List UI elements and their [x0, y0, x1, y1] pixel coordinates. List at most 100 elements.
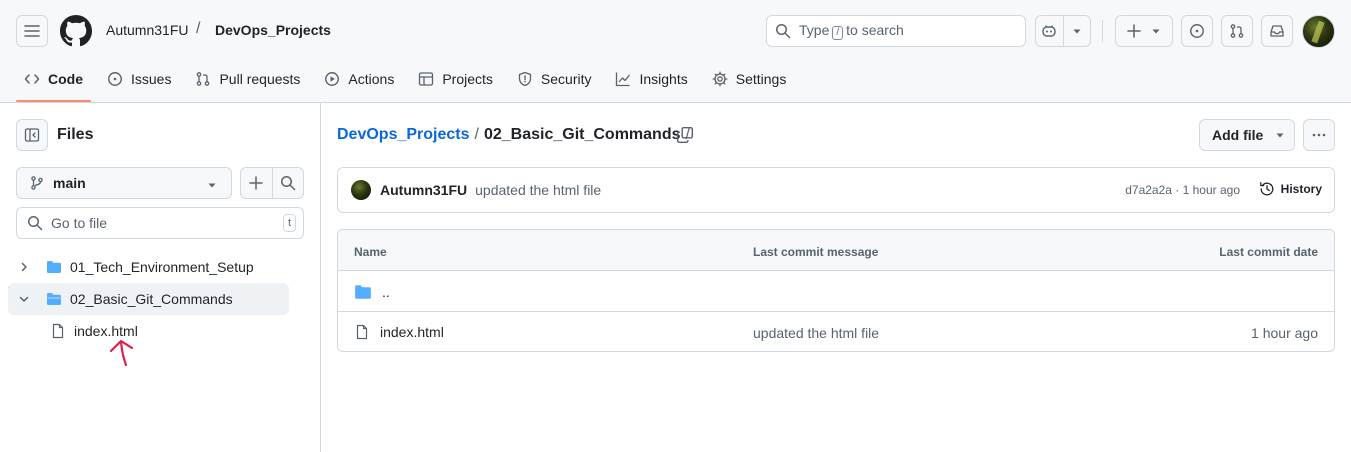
copilot-icon	[1042, 25, 1056, 37]
tab-issues[interactable]: Issues	[99, 64, 179, 94]
shield-icon	[518, 71, 532, 87]
triangle-down-icon	[1073, 29, 1081, 34]
git-pull-request-icon	[197, 72, 210, 86]
tab-security[interactable]: Security	[509, 64, 600, 94]
search-icon	[28, 216, 43, 231]
copy-path-button[interactable]	[676, 126, 694, 144]
commit-author-link[interactable]: Autumn31FU	[380, 182, 467, 198]
breadcrumb-separator: /	[474, 126, 479, 143]
tab-insights-label: Insights	[639, 71, 688, 87]
your-pull-requests-button[interactable]	[1221, 15, 1253, 47]
create-new-button[interactable]	[1115, 15, 1173, 47]
collapse-file-tree-button[interactable]	[16, 119, 48, 151]
search-placeholder: Type / to search	[799, 22, 904, 40]
triangle-down-icon	[208, 183, 216, 188]
tab-settings[interactable]: Settings	[704, 64, 795, 94]
history-icon	[1259, 182, 1274, 196]
go-to-file-placeholder: Go to file	[51, 215, 108, 231]
github-logo-icon[interactable]	[60, 15, 92, 47]
chevron-right-icon[interactable]	[16, 261, 32, 273]
repo-nav-tabs: Code Issues Pull requests Actions Projec…	[16, 64, 802, 102]
triangle-down-icon	[1276, 133, 1284, 138]
plus-icon	[249, 176, 264, 190]
git-branch-icon	[31, 176, 43, 190]
table-row-parent-directory[interactable]: ..	[338, 271, 1334, 311]
code-icon	[24, 74, 40, 84]
hamburger-icon	[24, 25, 40, 37]
folder-open-icon	[47, 293, 61, 305]
repo-name-link[interactable]: DevOps_Projects	[215, 22, 331, 38]
tab-code[interactable]: Code	[16, 64, 91, 102]
column-header-message: Last commit message	[753, 245, 879, 259]
more-options-button[interactable]	[1303, 119, 1335, 151]
folder-icon	[47, 261, 61, 273]
issue-opened-icon	[1190, 24, 1204, 38]
tree-folder-02-basic-git-commands[interactable]: 02_Basic_Git_Commands	[8, 283, 289, 315]
tab-security-label: Security	[540, 71, 592, 87]
copy-icon	[676, 126, 694, 144]
breadcrumb-root-link[interactable]: DevOps_Projects	[337, 126, 470, 144]
tree-folder-01-tech-environment-setup[interactable]: 01_Tech_Environment_Setup	[8, 251, 289, 283]
go-to-file-input[interactable]: Go to file t	[16, 207, 304, 239]
plus-icon	[1127, 24, 1141, 38]
file-icon	[52, 323, 64, 339]
table-header: Name Last commit message Last commit dat…	[338, 230, 1334, 271]
owner-repo-separator: /	[196, 20, 201, 37]
search-shortcut-key: /	[832, 26, 844, 40]
row-name[interactable]: index.html	[380, 324, 444, 340]
copilot-dropdown[interactable]	[1063, 16, 1090, 46]
issue-opened-icon	[108, 72, 122, 86]
file-icon	[356, 324, 368, 340]
commit-sha-and-time[interactable]: d7a2a2a · 1 hour ago	[1125, 183, 1240, 197]
tab-projects-label: Projects	[442, 71, 493, 87]
tab-projects[interactable]: Projects	[410, 64, 501, 94]
column-header-name: Name	[354, 245, 387, 259]
annotation-arrow-icon	[109, 339, 134, 367]
your-issues-button[interactable]	[1181, 15, 1213, 47]
commit-author-avatar[interactable]	[351, 180, 371, 200]
branch-selector[interactable]: main	[16, 167, 232, 199]
search-files-button[interactable]	[271, 168, 303, 198]
tab-code-label: Code	[48, 71, 83, 87]
tab-actions-label: Actions	[348, 71, 395, 87]
tree-item-label: 01_Tech_Environment_Setup	[70, 259, 254, 275]
add-file-sidebar-button[interactable]	[241, 168, 272, 198]
directory-contents-table: Name Last commit message Last commit dat…	[337, 229, 1335, 352]
add-file-button[interactable]: Add file	[1199, 119, 1295, 151]
breadcrumb-current: 02_Basic_Git_Commands	[483, 126, 681, 143]
row-commit-message[interactable]: updated the html file	[753, 325, 879, 341]
graph-icon	[616, 72, 631, 87]
folder-icon	[355, 285, 371, 299]
sidebar-collapse-icon	[24, 128, 40, 142]
tab-actions[interactable]: Actions	[316, 64, 402, 94]
tab-insights[interactable]: Insights	[607, 64, 695, 94]
column-header-date: Last commit date	[1219, 245, 1318, 259]
files-heading: Files	[57, 126, 94, 143]
search-input[interactable]: Type / to search	[766, 15, 1026, 47]
play-icon	[325, 72, 340, 86]
file-tree-sidebar: Files main Go to file t 01_Tech_Environm…	[0, 103, 321, 452]
chevron-down-icon[interactable]	[16, 293, 32, 305]
kebab-horizontal-icon	[1312, 133, 1326, 137]
commit-message-link[interactable]: updated the html file	[475, 182, 601, 198]
tree-item-label: 02_Basic_Git_Commands	[70, 291, 233, 307]
row-name[interactable]: ..	[382, 284, 390, 300]
tab-pull-requests[interactable]: Pull requests	[187, 64, 308, 94]
repo-owner-link[interactable]: Autumn31FU	[106, 22, 188, 38]
go-to-file-shortcut: t	[282, 214, 296, 232]
file-actions-group	[240, 167, 304, 199]
triangle-down-icon	[1152, 29, 1160, 34]
inbox-button[interactable]	[1261, 15, 1293, 47]
table-icon	[419, 72, 434, 86]
gear-icon	[712, 71, 728, 87]
user-avatar[interactable]	[1302, 15, 1335, 48]
copilot-button[interactable]	[1035, 15, 1091, 47]
menu-button[interactable]	[16, 15, 48, 47]
history-button[interactable]: History	[1259, 181, 1322, 197]
add-file-label: Add file	[1212, 127, 1264, 143]
search-icon	[776, 24, 791, 39]
tab-pull-requests-label: Pull requests	[219, 71, 301, 87]
git-pull-request-icon	[1230, 24, 1244, 38]
latest-commit-box: Autumn31FU updated the html file d7a2a2a…	[337, 167, 1335, 213]
row-commit-date: 1 hour ago	[1251, 325, 1318, 341]
